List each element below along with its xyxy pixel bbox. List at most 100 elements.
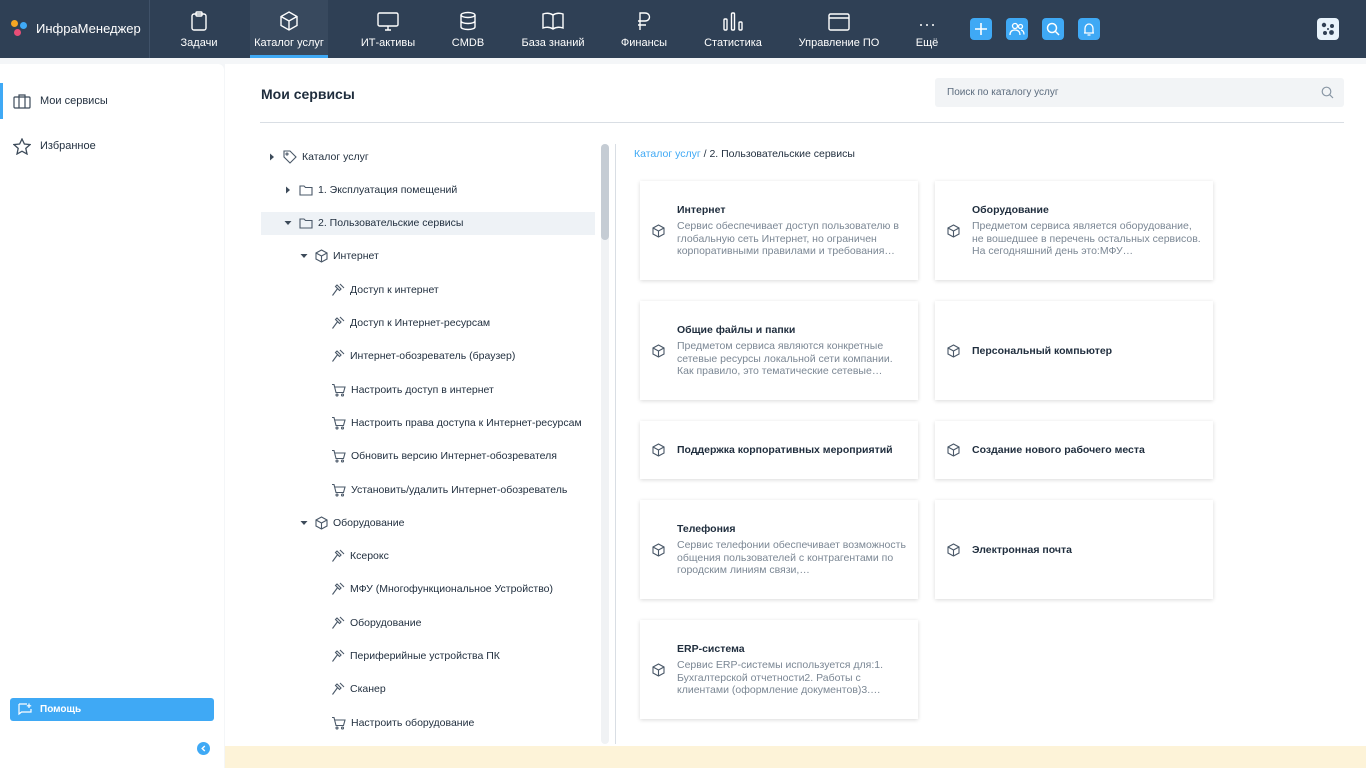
cart-icon [331, 416, 346, 430]
nav-software-management[interactable]: Управление ПО [794, 0, 884, 58]
collapse-sidebar-button[interactable] [197, 742, 210, 755]
tree-node-label: Интернет [333, 250, 379, 263]
nav-service-catalog[interactable]: Каталог услуг [250, 0, 328, 58]
top-navigation-bar: ИнфраМенеджер Задачи Каталог услуг ИТ-ак… [0, 0, 1366, 58]
caret-right-icon[interactable] [283, 186, 293, 194]
sidebar-item-my-services[interactable]: Мои сервисы [0, 83, 224, 119]
global-search-button[interactable] [1042, 18, 1064, 40]
search-icon[interactable] [1321, 86, 1334, 99]
hammer-icon [331, 549, 345, 563]
caret-down-icon[interactable] [299, 253, 309, 259]
tree-node[interactable]: 2. Пользовательские сервисы [261, 211, 595, 235]
chevron-left-icon [201, 745, 206, 752]
caret-right-icon[interactable] [267, 153, 277, 161]
service-card[interactable]: Общие файлы и папки Предметом сервиса явл… [640, 301, 918, 400]
cube-icon [280, 11, 298, 31]
tree-node[interactable]: Интернет [261, 245, 595, 268]
service-card-description: Сервис ERP-системы используется для:1. Б… [677, 659, 884, 697]
tree-node[interactable]: Установить/удалить Интернет-обозреватель [261, 478, 595, 501]
service-card-title: ERP-система [677, 643, 745, 656]
more-icon [920, 24, 934, 26]
database-icon [460, 11, 476, 31]
breadcrumb-root-link[interactable]: Каталог услуг [634, 148, 701, 160]
service-card-text: ERP-система Сервис ERP-системы использует… [677, 642, 906, 697]
app-logo[interactable]: ИнфраМенеджер [10, 18, 141, 38]
users-icon [1009, 22, 1025, 36]
tree-node-label: Установить/удалить Интернет-обозреватель [351, 483, 568, 496]
nav-tasks[interactable]: Задачи [170, 0, 228, 58]
tree-scrollbar-thumb[interactable] [601, 144, 609, 240]
nav-finance[interactable]: Финансы [616, 0, 672, 58]
tree-node[interactable]: Обновить версию Интернет-обозревателя [261, 445, 595, 468]
service-card[interactable]: Телефония Сервис телефонии обеспечивает в… [640, 500, 918, 599]
caret-down-icon[interactable] [283, 220, 293, 226]
page-title: Мои сервисы [261, 86, 355, 102]
tree-content-divider [615, 144, 616, 744]
catalog-search-input[interactable] [935, 78, 1344, 107]
tree-node-label: Интернет-обозреватель (браузер) [350, 350, 516, 363]
tree-node[interactable]: Ксерокс [261, 545, 595, 568]
nav-knowledge-base[interactable]: База знаний [516, 0, 590, 58]
window-icon [828, 13, 850, 31]
catalog-tree: Каталог услуг 1. Эксплуатация помещений 2.… [261, 142, 599, 746]
sidebar-item-favorites[interactable]: Избранное [0, 128, 224, 164]
tree-node[interactable]: Периферийные устройства ПК [261, 645, 595, 668]
ruble-icon [638, 12, 651, 30]
cart-icon [331, 449, 346, 463]
cube-icon [652, 443, 665, 462]
tree-node[interactable]: Настроить доступ в интернет [261, 378, 595, 401]
tree-node[interactable]: Оборудование [261, 511, 595, 534]
catalog-search [935, 78, 1344, 107]
nav-more[interactable]: Ещё [910, 0, 944, 58]
service-card-title: Интернет [677, 204, 726, 217]
service-card-title: Электронная почта [972, 543, 1072, 556]
service-card-title: Создание нового рабочего места [972, 444, 1145, 456]
tree-node[interactable]: Доступ к интернет [261, 278, 595, 301]
service-card[interactable]: Интернет Сервис обеспечивает доступ польз… [640, 181, 918, 280]
help-button[interactable]: Помощь [10, 698, 214, 721]
hammer-icon [331, 582, 345, 596]
cube-icon [652, 223, 665, 243]
nav-it-assets[interactable]: ИТ-активы [356, 0, 420, 58]
service-card[interactable]: Персональный компьютер [935, 301, 1213, 400]
tree-node[interactable]: Настроить права доступа к Интернет-ресур… [261, 411, 595, 434]
service-card-title: Персональный компьютер [972, 344, 1113, 357]
cube-icon [947, 223, 960, 243]
help-button-label: Помощь [40, 704, 82, 715]
tree-node-label: Настроить права доступа к Интернет-ресур… [351, 416, 582, 429]
tree-node-label: Доступ к интернет [350, 283, 439, 296]
tree-node[interactable]: Доступ к Интернет-ресурсам [261, 312, 595, 335]
tree-node[interactable]: Настроить оборудование [261, 711, 595, 734]
service-card[interactable]: Поддержка корпоративных мероприятий [640, 421, 918, 479]
service-card[interactable]: ERP-система Сервис ERP-системы использует… [640, 620, 918, 719]
hammer-icon [331, 682, 345, 696]
service-card-text: Интернет Сервис обеспечивает доступ польз… [677, 203, 906, 258]
users-button[interactable] [1006, 18, 1028, 40]
tree-node-label: Обновить версию Интернет-обозревателя [351, 450, 557, 463]
tree-node[interactable]: 1. Эксплуатация помещений [261, 178, 595, 201]
service-card[interactable]: Создание нового рабочего места [935, 421, 1213, 479]
notifications-button[interactable] [1078, 18, 1100, 40]
tree-node[interactable]: Сканер [261, 678, 595, 701]
briefcase-icon [13, 94, 31, 109]
tree-node[interactable]: МФУ (Многофункциональное Устройство) [261, 578, 595, 601]
main-content: Мои сервисы Каталог услуг 1. Эксплуатация… [225, 64, 1366, 746]
tree-node[interactable]: Каталог услуг [261, 145, 595, 168]
service-card[interactable]: Электронная почта [935, 500, 1213, 599]
help-chat-icon [18, 703, 32, 716]
service-card-title: Телефония [677, 523, 736, 536]
tree-node[interactable]: Оборудование [261, 611, 595, 634]
nav-statistics[interactable]: Статистика [700, 0, 766, 58]
left-sidebar: Мои сервисы Избранное Помощь [0, 64, 224, 768]
tree-node-label: Сканер [350, 683, 386, 696]
create-button[interactable] [970, 18, 992, 40]
tree-scrollbar[interactable] [601, 144, 609, 744]
user-avatar[interactable] [1317, 18, 1339, 40]
service-card[interactable]: Оборудование Предметом сервиса является о… [935, 181, 1213, 280]
service-card-description: Предметом сервиса является оборудование,… [972, 220, 1201, 258]
caret-down-icon[interactable] [299, 520, 309, 526]
nav-cmdb[interactable]: CMDB [446, 0, 490, 58]
cube-icon [652, 542, 665, 562]
tree-node[interactable]: Интернет-обозреватель (браузер) [261, 345, 595, 368]
service-card-text: Телефония Сервис телефонии обеспечивает в… [677, 522, 906, 577]
